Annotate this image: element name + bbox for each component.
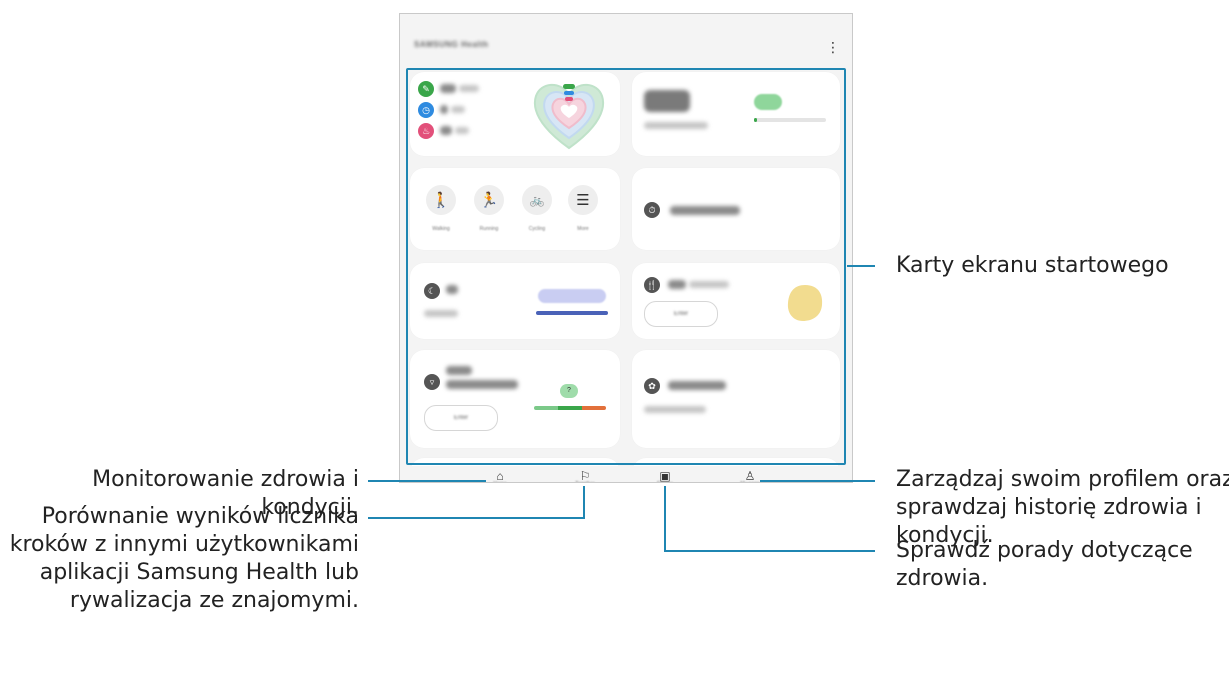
leader-home: [368, 480, 486, 482]
leader-my-page: [760, 480, 875, 482]
callout-my-page-line2: sprawdzaj historię zdrowia i: [896, 495, 1202, 520]
callout-together-line4: rywalizacja ze znajomymi.: [69, 588, 359, 613]
app-header: SAMSUNG Health ⋮: [400, 14, 852, 70]
app-title: SAMSUNG Health: [414, 40, 489, 49]
callout-fitness-line2: zdrowia.: [896, 566, 989, 591]
leader-together-v: [583, 486, 585, 519]
tab-together-label: Together: [555, 481, 615, 482]
callout-together-line2: kroków z innymi użytkownikami: [9, 532, 359, 557]
leader-cards: [847, 265, 875, 267]
more-vertical-icon[interactable]: ⋮: [826, 39, 840, 55]
callout-together: Porównanie wyników licznika kroków z inn…: [10, 503, 359, 615]
tab-fitness[interactable]: ▣ Fitness: [635, 469, 695, 482]
callout-together-line3: aplikacji Samsung Health lub: [39, 560, 359, 585]
callout-together-line1: Porównanie wyników licznika: [41, 504, 359, 529]
callout-my-page-line1: Zarządzaj swoim profilem oraz: [896, 467, 1229, 492]
phone-screen: SAMSUNG Health ⋮ ✎ ◷ ♨ 🚶 Walking 🏃 Runni…: [399, 13, 853, 483]
callout-fitness-line1: Sprawdź porady dotyczące: [896, 538, 1193, 563]
tab-together[interactable]: ⚐ Together: [555, 469, 615, 482]
leader-fitness-v: [664, 486, 666, 552]
callout-home-cards: Karty ekranu startowego: [896, 252, 1169, 280]
callout-home-line1: Monitorowanie zdrowia i: [92, 467, 359, 492]
leader-fitness-h: [664, 550, 875, 552]
tab-fitness-label: Fitness: [635, 481, 695, 482]
callout-home-cards-text: Karty ekranu startowego: [896, 253, 1169, 278]
home-cards-highlight: [406, 68, 846, 465]
callout-fitness: Sprawdź porady dotyczące zdrowia.: [896, 537, 1193, 593]
leader-together-h: [368, 517, 585, 519]
